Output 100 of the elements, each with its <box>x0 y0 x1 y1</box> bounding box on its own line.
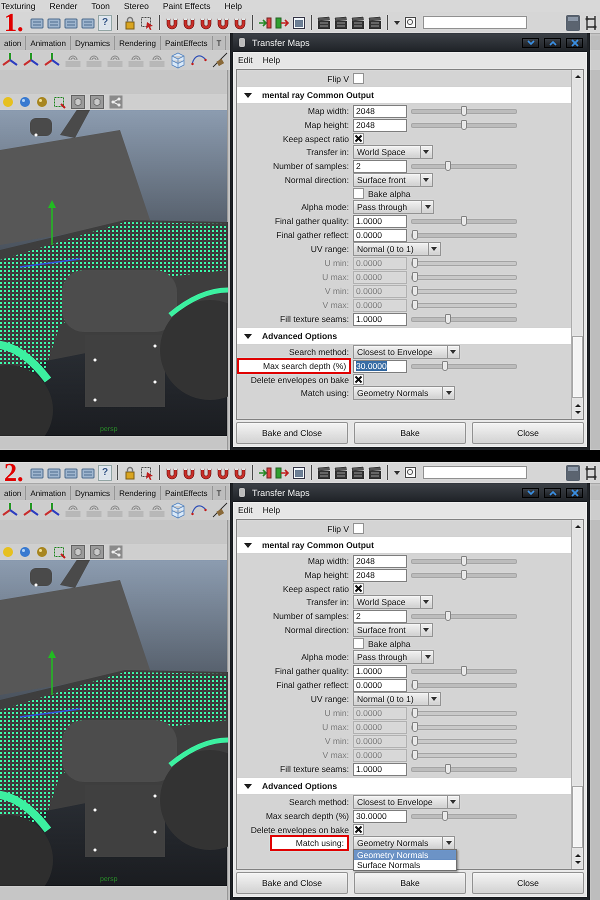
panel-icon[interactable] <box>565 14 581 32</box>
clapper-icon[interactable] <box>368 466 382 480</box>
slider-track[interactable] <box>411 724 517 730</box>
slider-track[interactable] <box>411 738 517 744</box>
search-field[interactable] <box>423 16 527 29</box>
slider-track[interactable] <box>411 164 517 168</box>
axes-icon[interactable] <box>23 502 39 518</box>
triangle-icon[interactable] <box>243 90 253 100</box>
slider-track[interactable] <box>411 572 517 578</box>
lock-icon[interactable] <box>123 466 137 480</box>
caret-icon[interactable] <box>422 626 430 634</box>
number-field[interactable]: 30.0000 <box>353 810 407 822</box>
arrow-out-icon[interactable] <box>275 466 289 480</box>
selection-mask-icon[interactable] <box>81 16 95 30</box>
checkbox[interactable] <box>353 133 364 144</box>
checkbox[interactable] <box>353 523 364 534</box>
checkbox[interactable] <box>353 188 364 199</box>
slider-thumb[interactable] <box>412 680 418 690</box>
clapper-icon[interactable] <box>334 466 348 480</box>
dropdown[interactable]: Closest to Envelope <box>353 795 460 809</box>
checkbox[interactable] <box>353 73 364 84</box>
dialog-button[interactable]: Close <box>472 422 584 444</box>
slider-thumb[interactable] <box>444 314 451 324</box>
dropdown[interactable]: Pass through <box>353 650 434 664</box>
triangle-icon[interactable] <box>243 540 253 550</box>
caret-icon[interactable] <box>449 348 458 356</box>
menu-item[interactable]: Paint Effects <box>162 1 210 11</box>
number-field[interactable]: 2048 <box>353 554 407 568</box>
scroll-up-icon[interactable] <box>574 523 582 530</box>
select-icon[interactable] <box>140 466 154 480</box>
select-icon[interactable] <box>53 546 66 558</box>
triangle-icon[interactable] <box>243 332 253 340</box>
selection-mask-icon[interactable] <box>30 16 44 30</box>
caret-icon[interactable] <box>444 389 453 397</box>
number-field[interactable]: 2 <box>353 160 407 172</box>
chevron-up-icon[interactable] <box>548 40 556 46</box>
clapper-icon[interactable] <box>351 466 365 480</box>
caret-icon[interactable] <box>422 598 430 606</box>
slider-thumb[interactable] <box>444 764 451 774</box>
menu-item[interactable]: Edit <box>238 54 253 64</box>
scroll-up-icon[interactable] <box>574 73 582 80</box>
scrollbar-thumb[interactable] <box>572 786 583 848</box>
axes-icon[interactable] <box>23 52 39 68</box>
arrow-in-icon[interactable] <box>258 16 272 30</box>
sphere-icon[interactable] <box>19 546 31 558</box>
scroll-up-icon[interactable] <box>574 402 582 409</box>
menu-item[interactable]: Help <box>262 504 280 514</box>
panel-icon[interactable] <box>565 464 581 482</box>
magnet-icon[interactable] <box>165 466 179 480</box>
axes-icon[interactable] <box>2 52 18 68</box>
slider-track[interactable] <box>411 274 517 280</box>
scroll-down-icon[interactable] <box>574 859 582 866</box>
frame-icon[interactable] <box>404 16 417 29</box>
caret-icon[interactable] <box>430 695 438 703</box>
menu-item[interactable]: Stereo <box>124 1 149 11</box>
dialog-button[interactable]: Bake <box>354 422 466 444</box>
slider-track[interactable] <box>411 260 517 266</box>
menu-item[interactable]: Help <box>262 54 280 64</box>
slider-track[interactable] <box>411 288 517 294</box>
magnet-icon[interactable] <box>233 466 247 480</box>
slider-track[interactable] <box>411 558 517 564</box>
caret-icon[interactable] <box>449 798 458 806</box>
caret-icon[interactable] <box>444 839 453 847</box>
slider-thumb[interactable] <box>442 360 448 370</box>
axes-icon[interactable] <box>44 502 60 518</box>
number-field[interactable]: 1.0000 <box>353 214 407 228</box>
section-header[interactable]: Advanced Options <box>237 778 571 794</box>
menu-item[interactable]: Render <box>50 1 78 11</box>
number-field[interactable]: 0.0000 <box>353 228 407 242</box>
slider-track[interactable] <box>411 682 517 688</box>
dropdown[interactable]: Surface front <box>353 623 433 637</box>
slider-track[interactable] <box>411 302 517 308</box>
help-button[interactable]: ? <box>98 14 112 30</box>
section-header[interactable]: Advanced Options <box>237 328 571 344</box>
number-field[interactable]: 2048 <box>353 568 407 582</box>
minimize-button[interactable] <box>522 38 539 48</box>
caret-icon[interactable] <box>393 468 401 476</box>
layout-icon[interactable] <box>584 14 598 32</box>
selection-mask-icon[interactable] <box>81 466 95 480</box>
axes-icon[interactable] <box>44 52 60 68</box>
search-field[interactable] <box>423 466 527 479</box>
help-button[interactable]: ? <box>98 464 112 480</box>
dropdown[interactable]: World Space <box>353 595 433 609</box>
selection-mask-icon[interactable] <box>47 16 61 30</box>
dropdown[interactable]: Surface front <box>353 173 433 187</box>
lock-icon[interactable] <box>123 16 137 30</box>
caret-icon[interactable] <box>422 176 430 184</box>
slider-thumb[interactable] <box>460 556 466 566</box>
layout-icon[interactable] <box>584 464 598 482</box>
magnet-icon[interactable] <box>199 16 213 30</box>
magnet-icon[interactable] <box>216 466 230 480</box>
slider-track[interactable] <box>411 766 517 772</box>
slider-track[interactable] <box>411 316 517 322</box>
frame-icon[interactable] <box>404 466 417 479</box>
dialog-button[interactable]: Close <box>472 872 584 894</box>
checkbox[interactable] <box>353 638 364 649</box>
slider-thumb[interactable] <box>444 610 451 620</box>
slider-thumb[interactable] <box>460 216 466 226</box>
number-field[interactable]: 1.0000 <box>353 762 407 776</box>
lattice-icon[interactable] <box>170 52 186 68</box>
